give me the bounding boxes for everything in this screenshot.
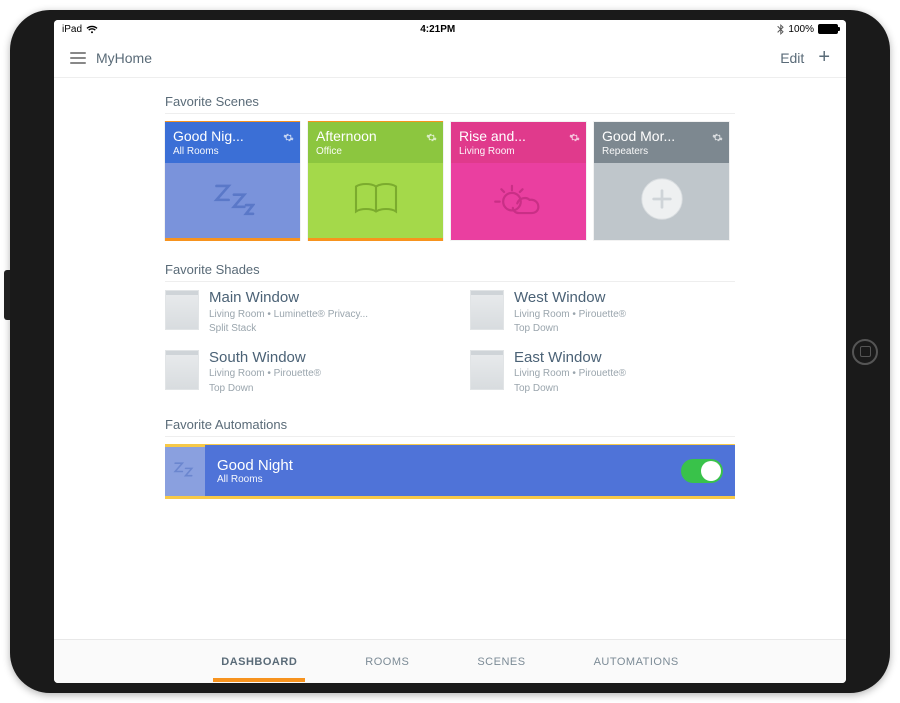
shade-name: Main Window [209,290,368,307]
shade-thumb-icon [470,350,504,390]
gear-icon[interactable] [283,130,294,148]
shade-item-south-window[interactable]: South Window Living Room • Pirouette® To… [165,350,430,396]
shade-name: West Window [514,290,626,307]
scene-card-good-morning[interactable]: Good Mor... Repeaters [594,122,729,240]
shade-detail: Living Room • Pirouette® [514,368,626,381]
shade-detail: Top Down [209,383,321,396]
tab-scenes[interactable]: SCENES [473,642,529,682]
shade-item-west-window[interactable]: West Window Living Room • Pirouette® Top… [470,290,735,336]
shade-thumb-icon [470,290,504,330]
status-time: 4:21PM [420,24,455,35]
automation-item-good-night[interactable]: Good Night All Rooms [165,445,735,497]
gear-icon[interactable] [712,130,723,148]
scene-card-afternoon[interactable]: Afternoon Office [308,122,443,240]
scene-card-good-night[interactable]: Good Nig... All Rooms [165,122,300,240]
scene-title: Rise and... [459,129,578,144]
app-header: MyHome Edit + [54,38,846,78]
scene-subtitle: Office [316,146,435,157]
add-button[interactable]: + [818,46,830,69]
automation-subtitle: All Rooms [217,474,723,485]
shade-detail: Split Stack [209,323,368,336]
screen: iPad 4:21PM 100% MyHome [54,20,846,683]
shade-thumb-icon [165,350,199,390]
gear-icon[interactable] [569,130,580,148]
shade-detail: Living Room • Pirouette® [209,368,321,381]
gear-icon[interactable] [426,130,437,148]
scene-subtitle: Repeaters [602,146,721,157]
status-bar: iPad 4:21PM 100% [54,20,846,38]
shade-detail: Top Down [514,323,626,336]
home-button[interactable] [852,339,878,365]
shade-detail: Top Down [514,383,626,396]
automation-title: Good Night [217,457,723,474]
shade-name: East Window [514,350,626,367]
tab-rooms[interactable]: ROOMS [361,642,413,682]
tab-automations[interactable]: AUTOMATIONS [590,642,683,682]
shade-detail: Living Room • Pirouette® [514,309,626,322]
scenes-row: Good Nig... All Rooms [165,122,735,240]
scene-title: Afternoon [316,129,435,144]
disc-icon [639,176,685,227]
tab-dashboard[interactable]: DASHBOARD [217,642,301,682]
book-icon [351,179,401,224]
shade-item-east-window[interactable]: East Window Living Room • Pirouette® Top… [470,350,735,396]
page-title: MyHome [96,50,152,66]
scene-title: Good Nig... [173,129,292,144]
section-title-shades: Favorite Shades [165,256,735,282]
battery-icon [818,24,838,34]
scene-subtitle: All Rooms [173,146,292,157]
scene-title: Good Mor... [602,129,721,144]
content-scroll[interactable]: Favorite Scenes Good Nig... All Rooms [54,78,846,639]
shade-detail: Living Room • Luminette® Privacy... [209,309,368,322]
wifi-icon [86,25,98,34]
device-label: iPad [62,24,82,35]
shades-grid: Main Window Living Room • Luminette® Pri… [165,290,735,395]
bluetooth-icon [777,24,784,35]
tab-bar: DASHBOARD ROOMS SCENES AUTOMATIONS [54,639,846,683]
automation-toggle[interactable] [681,459,723,483]
shade-item-main-window[interactable]: Main Window Living Room • Luminette® Pri… [165,290,430,336]
edit-button[interactable]: Edit [780,50,804,66]
section-title-scenes: Favorite Scenes [165,88,735,114]
battery-pct: 100% [788,24,814,35]
ipad-frame: iPad 4:21PM 100% MyHome [10,10,890,693]
scene-card-rise-and-shine[interactable]: Rise and... Living Room [451,122,586,240]
automation-thumb [165,445,205,497]
section-title-automations: Favorite Automations [165,411,735,437]
sleep-icon [211,179,255,224]
scene-subtitle: Living Room [459,146,578,157]
toggle-knob [701,461,721,481]
sunrise-icon [492,177,546,226]
shade-thumb-icon [165,290,199,330]
shade-name: South Window [209,350,321,367]
menu-icon[interactable] [70,52,86,64]
